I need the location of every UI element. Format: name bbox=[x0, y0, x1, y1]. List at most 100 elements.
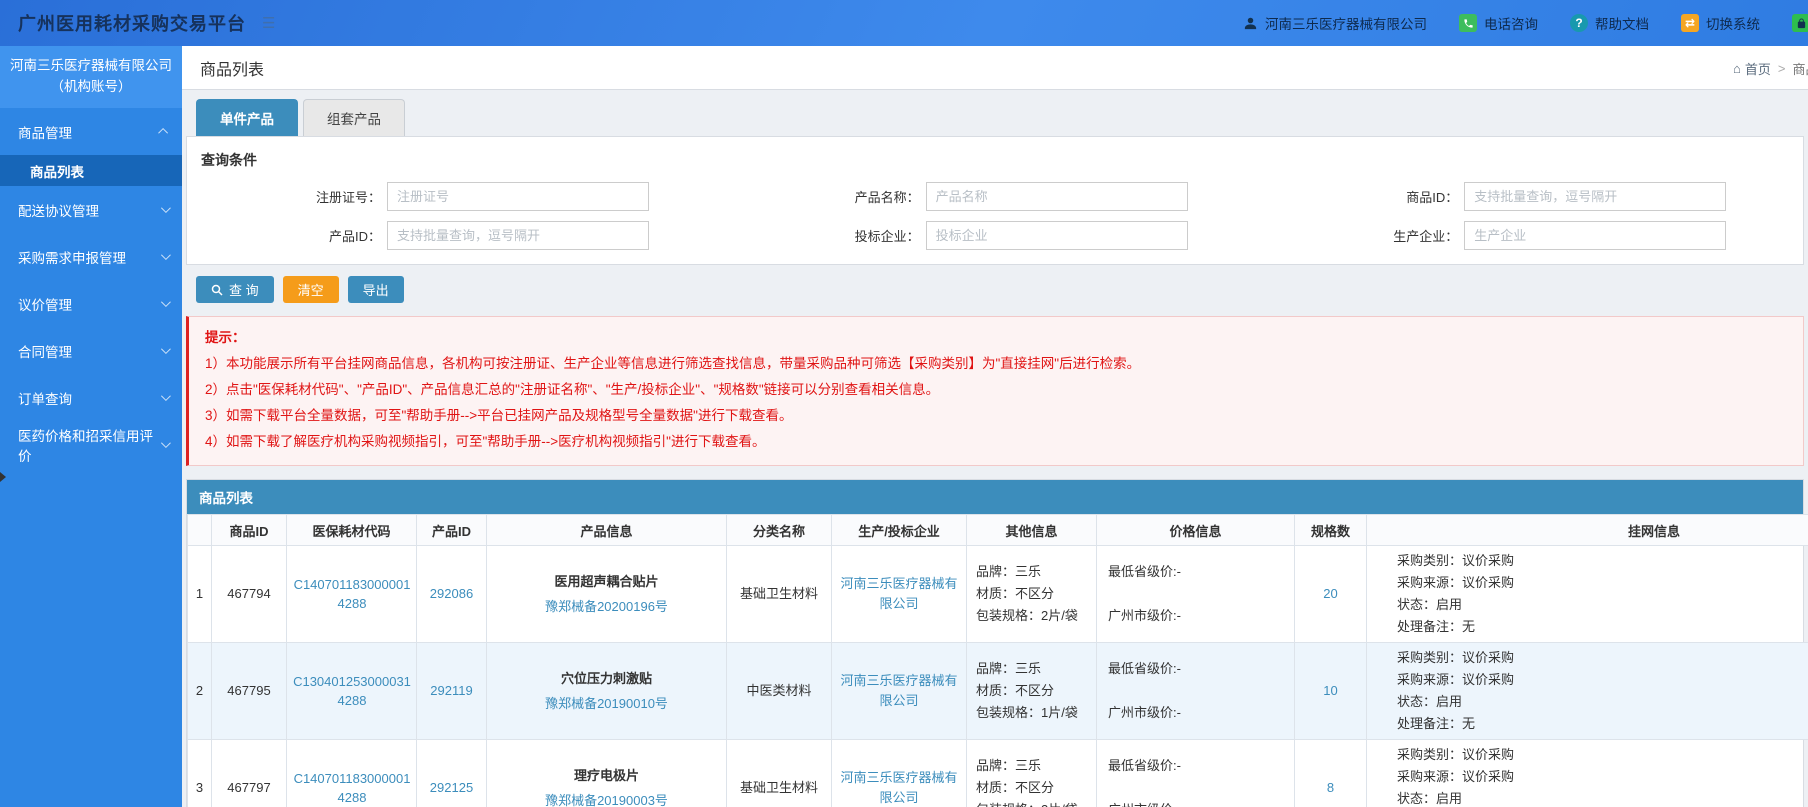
tab-single-product[interactable]: 单件产品 bbox=[196, 99, 298, 136]
product-name: 穴位压力刺激贴 bbox=[560, 670, 652, 686]
table-section-title: 商品列表 bbox=[187, 480, 1803, 514]
sidebar-item-label: 议价管理 bbox=[18, 297, 72, 313]
sidebar-item-label: 订单查询 bbox=[18, 391, 72, 407]
insurance-code-link[interactable]: C1407011830000014288 bbox=[293, 575, 411, 613]
price-line: 最低省级价:- bbox=[1108, 758, 1181, 773]
clear-button[interactable]: 清空 bbox=[282, 276, 339, 303]
company-link[interactable]: 河南三乐医疗器械有限公司 bbox=[840, 770, 957, 805]
sidebar-item-procurement-demand[interactable]: 采购需求申报管理 bbox=[0, 233, 182, 280]
switch-system-link[interactable]: ⇄ 切换系统 bbox=[1681, 13, 1760, 33]
clear-button-label: 清空 bbox=[297, 283, 324, 298]
spec-count-link[interactable]: 8 bbox=[1327, 780, 1334, 795]
listing-info-cell: 采购类别：议价采购 采购来源：议价采购 状态：启用 处理备注：无 bbox=[1366, 545, 1808, 643]
field-product-name: 产品名称： bbox=[726, 182, 1265, 211]
product-id-input[interactable] bbox=[387, 221, 649, 250]
search-button[interactable]: 查 询 bbox=[196, 276, 274, 303]
goods-table-panel: 商品列表 商品ID 医保耗材代码 产品ID 产品信息 分类名称 生产/投标企业 … bbox=[186, 479, 1808, 807]
sidebar-item-label: 合同管理 bbox=[18, 344, 72, 360]
registration-no-input[interactable] bbox=[387, 182, 649, 211]
company-link[interactable]: 河南三乐医疗器械有限公司 bbox=[840, 576, 957, 611]
sidebar-item-label: 商品管理 bbox=[18, 125, 72, 141]
listing-line: 采购类别：议价采购 bbox=[1397, 650, 1515, 665]
column-header-product-id: 产品ID bbox=[416, 514, 487, 546]
lock-icon bbox=[1792, 14, 1808, 32]
tips-box: 提示： 1）本功能展示所有平台挂网商品信息，各机构可按注册证、生产企业等信息进行… bbox=[186, 316, 1804, 466]
field-product-id: 产品ID： bbox=[187, 221, 726, 250]
top-header: 广州医用耗材采购交易平台 ☰ 河南三乐医疗器械有限公司 电话咨询 ? 帮助文档 … bbox=[0, 0, 1808, 46]
row-index: 3 bbox=[187, 739, 212, 807]
breadcrumb-home[interactable]: ⌂ 首页 bbox=[1733, 59, 1771, 78]
column-header-category: 分类名称 bbox=[726, 514, 832, 546]
listing-info-cell: 采购类别：议价采购 采购来源：议价采购 状态：启用 处理备注：无 bbox=[1366, 642, 1808, 740]
sidebar-item-price-negotiation[interactable]: 议价管理 bbox=[0, 280, 182, 327]
product-name-input[interactable] bbox=[925, 182, 1188, 211]
action-buttons: 查 询 清空 导出 bbox=[196, 276, 1794, 303]
column-header-index bbox=[187, 514, 212, 546]
column-header-listing-info: 挂网信息 bbox=[1366, 514, 1808, 546]
switch-icon: ⇄ bbox=[1681, 14, 1699, 32]
listing-line: 采购类别：议价采购 bbox=[1397, 747, 1515, 762]
category-cell: 基础卫生材料 bbox=[726, 739, 832, 807]
sidebar-item-label: 配送协议管理 bbox=[18, 203, 99, 219]
user-company-label: 河南三乐医疗器械有限公司 bbox=[1265, 17, 1427, 32]
listing-line: 状态：启用 bbox=[1397, 694, 1463, 709]
price-line: 广州市级价:- bbox=[1108, 608, 1181, 623]
spec-count-link[interactable]: 20 bbox=[1323, 586, 1337, 601]
product-id-link[interactable]: 292119 bbox=[430, 683, 472, 698]
other-info-cell: 品牌：三乐 材质：不区分 包装规格：2片/袋 bbox=[966, 739, 1097, 807]
chevron-down-icon bbox=[160, 203, 171, 214]
help-doc-link[interactable]: ? 帮助文档 bbox=[1570, 13, 1649, 33]
other-info-line: 材质：不区分 bbox=[976, 683, 1055, 698]
query-row: 注册证号： 产品名称： 商品ID： bbox=[187, 182, 1803, 211]
user-company-menu[interactable]: 河南三乐医疗器械有限公司 bbox=[1243, 13, 1427, 33]
menu-toggle-icon[interactable]: ☰ bbox=[262, 14, 275, 32]
phone-icon bbox=[1459, 14, 1477, 32]
sidebar-item-credit-evaluation[interactable]: 医药价格和招采信用评价 bbox=[0, 421, 182, 468]
bidding-company-input[interactable] bbox=[925, 221, 1188, 250]
price-info-cell: 最低省级价:- 广州市级价:- bbox=[1096, 545, 1295, 643]
company-link[interactable]: 河南三乐医疗器械有限公司 bbox=[840, 673, 957, 708]
other-info-line: 品牌：三乐 bbox=[976, 564, 1042, 579]
sidebar-collapse-handle[interactable] bbox=[0, 472, 6, 482]
goods-id-cell: 467794 bbox=[211, 545, 287, 643]
product-id-link[interactable]: 292125 bbox=[430, 780, 473, 795]
listing-line: 采购类别：议价采购 bbox=[1397, 553, 1515, 568]
registration-no-link[interactable]: 豫郑械备20190003号 bbox=[545, 793, 668, 807]
change-password-link[interactable]: 修改密码 bbox=[1792, 13, 1808, 33]
app-title: 广州医用耗材采购交易平台 bbox=[18, 14, 246, 34]
table-row: 2 467795 C1304012530000314288 292119 穴位压… bbox=[187, 642, 1808, 740]
registration-no-label: 注册证号： bbox=[315, 190, 381, 205]
tab-package-product[interactable]: 组套产品 bbox=[303, 99, 405, 136]
row-index: 1 bbox=[187, 545, 212, 643]
sidebar-item-goods-management[interactable]: 商品管理 bbox=[0, 108, 182, 155]
field-bidding-company: 投标企业： bbox=[726, 221, 1265, 250]
account-block: 河南三乐医疗器械有限公司 （机构账号） bbox=[0, 46, 182, 108]
goods-id-cell: 467795 bbox=[211, 642, 287, 740]
goods-id-input[interactable] bbox=[1464, 182, 1727, 211]
tips-line: 4）如需下载了解医疗机构采购视频指引，可至"帮助手册-->医疗机构视频指引"进行… bbox=[205, 434, 766, 449]
switch-system-label: 切换系统 bbox=[1706, 17, 1760, 32]
account-type: （机构账号） bbox=[50, 79, 132, 94]
insurance-code-link[interactable]: C1304012530000314288 bbox=[293, 672, 411, 710]
goods-table: 商品ID 医保耗材代码 产品ID 产品信息 分类名称 生产/投标企业 其他信息 … bbox=[187, 514, 1808, 807]
phone-consult-link[interactable]: 电话咨询 bbox=[1459, 13, 1538, 33]
sidebar-item-goods-list[interactable]: 商品列表 bbox=[0, 155, 182, 186]
sidebar-item-contract-management[interactable]: 合同管理 bbox=[0, 327, 182, 374]
price-info-cell: 最低省级价:- 广州市级价:- bbox=[1096, 739, 1295, 807]
export-button[interactable]: 导出 bbox=[347, 276, 404, 303]
product-id-link[interactable]: 292086 bbox=[430, 586, 473, 601]
sidebar-item-delivery-agreement[interactable]: 配送协议管理 bbox=[0, 186, 182, 233]
chevron-down-icon bbox=[160, 391, 171, 402]
query-section-title: 查询条件 bbox=[201, 152, 257, 168]
other-info-line: 品牌：三乐 bbox=[976, 661, 1042, 676]
registration-no-link[interactable]: 豫郑械备20190010号 bbox=[545, 696, 668, 711]
field-registration-no: 注册证号： bbox=[187, 182, 726, 211]
sidebar-item-order-query[interactable]: 订单查询 bbox=[0, 374, 182, 421]
chevron-down-icon bbox=[160, 438, 171, 449]
registration-no-link[interactable]: 豫郑械备20200196号 bbox=[545, 599, 668, 614]
manufacturer-input[interactable] bbox=[1464, 221, 1727, 250]
goods-id-label: 商品ID： bbox=[1406, 190, 1459, 205]
insurance-code-link[interactable]: C1407011830000014288 bbox=[293, 769, 411, 807]
other-info-line: 品牌：三乐 bbox=[976, 758, 1042, 773]
spec-count-link[interactable]: 10 bbox=[1323, 683, 1337, 698]
